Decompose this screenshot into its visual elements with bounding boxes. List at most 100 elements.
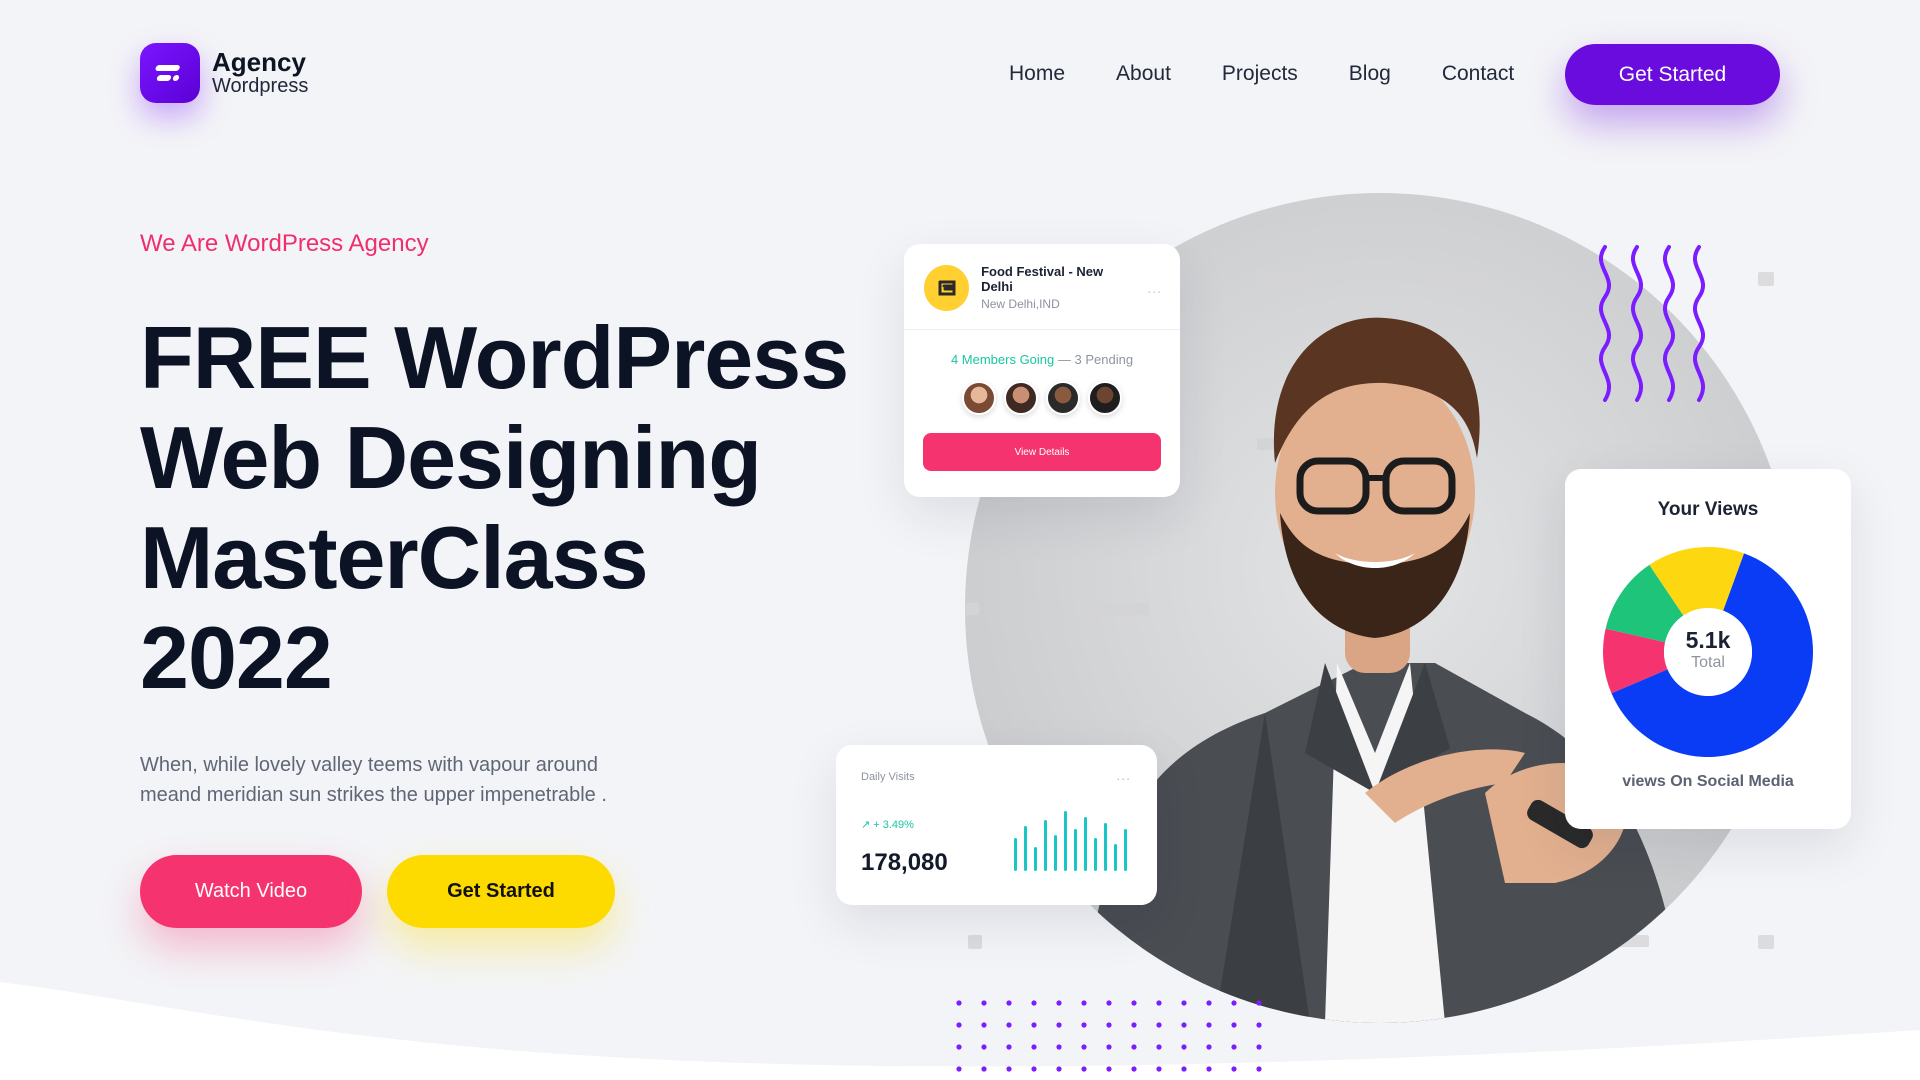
avatar	[1088, 381, 1122, 415]
decor-dot	[1231, 1066, 1237, 1072]
decor-dot	[1056, 1044, 1062, 1050]
nav-contact[interactable]: Contact	[1442, 62, 1514, 86]
views-total-label: Total	[1691, 654, 1725, 671]
more-options-icon[interactable]: ...	[1147, 280, 1162, 296]
event-card: Food Festival - New Delhi New Delhi,IND …	[904, 244, 1180, 497]
decor-dot	[1081, 1000, 1087, 1006]
members-pending: 3 Pending	[1074, 352, 1134, 367]
decor-dot	[1256, 1000, 1262, 1006]
watch-video-button[interactable]: Watch Video	[140, 855, 362, 928]
decor-dot	[1256, 1044, 1262, 1050]
decor-dot	[1006, 1066, 1012, 1072]
main-nav: Home About Projects Blog Contact	[1009, 62, 1514, 86]
visits-bar	[1064, 811, 1067, 871]
daily-visits-title: Daily Visits	[861, 771, 915, 783]
views-total: 5.1k	[1685, 627, 1731, 653]
visits-bar	[1124, 829, 1127, 871]
decor-dot	[1081, 1066, 1087, 1072]
decor-dot	[1156, 1022, 1162, 1028]
decor-dot	[1206, 1022, 1212, 1028]
decor-dot	[1256, 1022, 1262, 1028]
decor-dot	[1031, 1066, 1037, 1072]
decor-dot	[1056, 1000, 1062, 1006]
decor-dot	[956, 1022, 962, 1028]
decor-dot	[981, 1022, 987, 1028]
decor-dot	[1231, 1044, 1237, 1050]
hero-title-line: 2022	[140, 608, 333, 707]
hero-description-line: When, while lovely valley teems with vap…	[140, 754, 598, 776]
agency-logo-icon	[140, 43, 200, 103]
view-details-button[interactable]: View Details	[923, 433, 1161, 471]
daily-visits-card: Daily Visits ... ↗ + 3.49% 178,080	[836, 745, 1157, 905]
hero-title-line: Web Designing	[140, 408, 762, 507]
hero-description: When, while lovely valley teems with vap…	[140, 750, 700, 810]
decor-dot	[1106, 1022, 1112, 1028]
decor-dot	[1106, 1000, 1112, 1006]
decor-dot	[956, 1044, 962, 1050]
visits-bar	[1044, 820, 1047, 871]
decor-dot	[1106, 1044, 1112, 1050]
hero-title-line: FREE WordPress	[140, 308, 849, 407]
brand-logo[interactable]: Agency Wordpress	[140, 43, 308, 103]
decor-dot	[1056, 1066, 1062, 1072]
decor-dot	[1056, 1022, 1062, 1028]
decor-dot	[956, 1066, 962, 1072]
decor-dot	[1006, 1000, 1012, 1006]
decor-dot	[1231, 1000, 1237, 1006]
visits-bar	[1034, 847, 1037, 871]
brand-name: Agency	[212, 47, 306, 77]
members-separator: —	[1054, 352, 1075, 367]
visits-bar-chart	[1014, 811, 1127, 871]
decor-dot	[1206, 1000, 1212, 1006]
decor-dot	[1181, 1066, 1187, 1072]
visits-change: ↗ + 3.49%	[861, 818, 914, 831]
brand-subtitle: Wordpress	[212, 75, 309, 97]
avatar	[1046, 381, 1080, 415]
nav-projects[interactable]: Projects	[1222, 62, 1298, 86]
hero-description-line: meand meridian sun strikes the upper imp…	[140, 784, 607, 806]
nav-blog[interactable]: Blog	[1349, 62, 1391, 86]
avatar	[1004, 381, 1038, 415]
decor-dot	[1131, 1044, 1137, 1050]
decor-dot	[1106, 1066, 1112, 1072]
nav-about[interactable]: About	[1116, 62, 1171, 86]
more-options-icon[interactable]: ...	[1116, 767, 1131, 783]
decor-dot	[1006, 1044, 1012, 1050]
decor-dot	[1181, 1022, 1187, 1028]
visits-bar	[1114, 844, 1117, 871]
decor-dot	[1256, 1066, 1262, 1072]
decor-dot	[1131, 1022, 1137, 1028]
members-going: 4 Members Going	[950, 352, 1055, 367]
header-get-started-button[interactable]: Get Started	[1565, 44, 1780, 105]
decor-dot	[1156, 1066, 1162, 1072]
decor-dot	[1131, 1000, 1137, 1006]
views-title: Your Views	[1657, 499, 1759, 520]
hero-get-started-button[interactable]: Get Started	[387, 855, 615, 928]
decor-dot	[1031, 1000, 1037, 1006]
decor-dot	[1156, 1044, 1162, 1050]
event-logo-icon	[924, 264, 970, 311]
visits-bar	[1014, 838, 1017, 871]
avatar	[962, 381, 996, 415]
visits-bar	[1094, 838, 1097, 871]
nav-home[interactable]: Home	[1009, 62, 1065, 86]
hero-title: FREE WordPress Web Designing MasterClass…	[140, 308, 900, 708]
event-location: New Delhi,IND	[981, 297, 1060, 311]
decor-dot	[981, 1066, 987, 1072]
visits-bar	[1054, 835, 1057, 871]
decor-dot	[1081, 1022, 1087, 1028]
visits-bar	[1024, 826, 1027, 871]
decor-dot	[981, 1044, 987, 1050]
decor-dot	[1006, 1022, 1012, 1028]
event-members: 4 Members Going — 3 Pending	[904, 352, 1180, 367]
decor-dot	[1181, 1044, 1187, 1050]
decor-dot	[956, 1000, 962, 1006]
decor-dot	[1081, 1044, 1087, 1050]
decor-dot	[1231, 1022, 1237, 1028]
views-footer: views On Social Media	[1622, 773, 1794, 790]
your-views-card: Your Views 5.1k Total views On Social Me…	[1565, 469, 1851, 829]
hero-eyebrow: We Are WordPress Agency	[140, 230, 429, 257]
visits-bar	[1074, 829, 1077, 871]
visits-value: 178,080	[861, 849, 948, 876]
visits-bar	[1084, 817, 1087, 871]
